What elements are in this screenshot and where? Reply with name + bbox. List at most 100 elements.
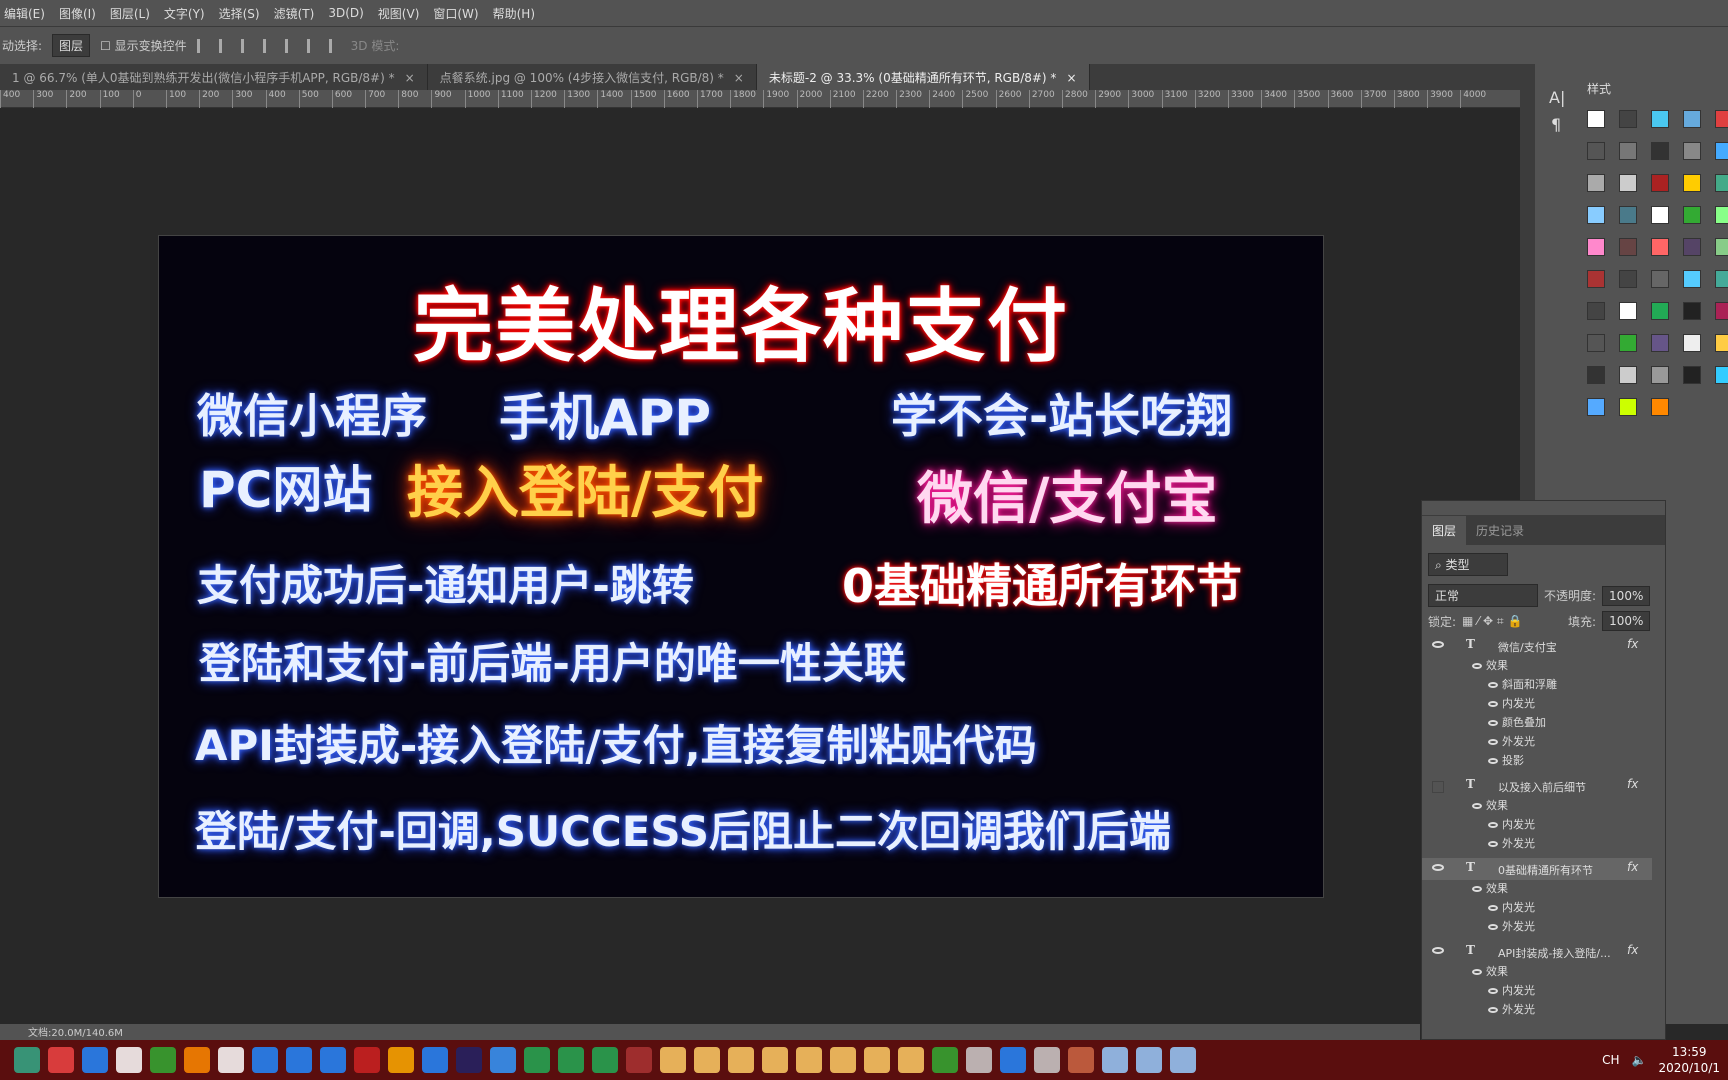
effect-row[interactable]: 外发光: [1422, 733, 1652, 752]
close-icon[interactable]: ×: [405, 71, 415, 85]
effect-eye-icon[interactable]: [1488, 905, 1498, 911]
align-vcenter-icon[interactable]: [218, 38, 231, 53]
effect-eye-icon[interactable]: [1488, 720, 1498, 726]
taskbar-app-icon[interactable]: [796, 1047, 822, 1073]
fill-input[interactable]: 100%: [1602, 611, 1651, 631]
style-swatch[interactable]: [1587, 110, 1605, 128]
effect-eye-icon[interactable]: [1488, 739, 1498, 745]
effect-eye-icon[interactable]: [1488, 924, 1498, 930]
style-swatch[interactable]: [1651, 238, 1669, 256]
style-swatch[interactable]: [1683, 142, 1701, 160]
style-swatch[interactable]: [1715, 174, 1728, 192]
taskbar-app-icon[interactable]: [116, 1047, 142, 1073]
close-icon[interactable]: ×: [1066, 71, 1076, 85]
style-swatch[interactable]: [1683, 206, 1701, 224]
align-left-icon[interactable]: [262, 38, 275, 53]
visibility-eye-icon[interactable]: [1432, 781, 1444, 793]
blend-mode-dropdown[interactable]: 正常: [1428, 584, 1538, 607]
style-swatch[interactable]: [1619, 142, 1637, 160]
style-swatch[interactable]: [1619, 302, 1637, 320]
style-swatch[interactable]: [1587, 334, 1605, 352]
taskbar-app-icon[interactable]: [150, 1047, 176, 1073]
style-swatch[interactable]: [1683, 270, 1701, 288]
fx-icon[interactable]: fx: [1627, 860, 1638, 874]
style-swatch[interactable]: [1587, 238, 1605, 256]
taskbar-app-icon[interactable]: [48, 1047, 74, 1073]
styles-tab[interactable]: 样式: [1587, 80, 1728, 97]
effects-row[interactable]: 效果: [1422, 797, 1652, 816]
effect-eye-icon[interactable]: [1472, 886, 1482, 892]
style-swatch[interactable]: [1619, 110, 1637, 128]
taskbar-app-icon[interactable]: [82, 1047, 108, 1073]
taskbar-app-icon[interactable]: [354, 1047, 380, 1073]
style-swatch[interactable]: [1619, 270, 1637, 288]
fx-icon[interactable]: fx: [1627, 943, 1638, 957]
menu-item[interactable]: 滤镜(T): [274, 5, 315, 22]
taskbar-app-icon[interactable]: [1068, 1047, 1094, 1073]
effects-row[interactable]: 效果: [1422, 657, 1652, 676]
effect-eye-icon[interactable]: [1488, 822, 1498, 828]
taskbar-app-icon[interactable]: [932, 1047, 958, 1073]
menu-item[interactable]: 选择(S): [219, 5, 260, 22]
effect-row[interactable]: 颜色叠加: [1422, 714, 1652, 733]
taskbar-app-icon[interactable]: [694, 1047, 720, 1073]
style-swatch[interactable]: [1587, 398, 1605, 416]
align-bottom-icon[interactable]: [240, 38, 253, 53]
taskbar-app-icon[interactable]: [1136, 1047, 1162, 1073]
style-swatch[interactable]: [1587, 142, 1605, 160]
style-swatch[interactable]: [1587, 174, 1605, 192]
effect-row[interactable]: 内发光: [1422, 899, 1652, 918]
taskbar-app-icon[interactable]: [1102, 1047, 1128, 1073]
style-swatch[interactable]: [1587, 206, 1605, 224]
style-swatch[interactable]: [1715, 302, 1728, 320]
visibility-eye-icon[interactable]: [1432, 947, 1444, 954]
paragraph-icon[interactable]: ¶: [1551, 115, 1577, 134]
style-swatch[interactable]: [1651, 334, 1669, 352]
visibility-eye-icon[interactable]: [1432, 641, 1444, 648]
taskbar-app-icon[interactable]: [864, 1047, 890, 1073]
effect-row[interactable]: 外发光: [1422, 835, 1652, 854]
fx-icon[interactable]: fx: [1627, 777, 1638, 791]
show-transform-checkbox[interactable]: ☐ 显示变换控件: [100, 37, 187, 54]
canvas-artboard[interactable]: 完美处理各种支付 微信小程序 手机APP 学不会-站长吃翔 PC网站 接入登陆/…: [158, 235, 1324, 898]
effect-row[interactable]: 内发光: [1422, 695, 1652, 714]
layer-select-dropdown[interactable]: 图层: [52, 34, 91, 57]
taskbar-app-icon[interactable]: [660, 1047, 686, 1073]
taskbar-app-icon[interactable]: [218, 1047, 244, 1073]
style-swatch[interactable]: [1587, 366, 1605, 384]
menu-item[interactable]: 文字(Y): [164, 5, 205, 22]
taskbar-app-icon[interactable]: [388, 1047, 414, 1073]
volume-icon[interactable]: 🔈: [1632, 1053, 1647, 1067]
menu-item[interactable]: 编辑(E): [4, 5, 45, 22]
style-swatch[interactable]: [1683, 238, 1701, 256]
style-swatch[interactable]: [1651, 302, 1669, 320]
taskbar-app-icon[interactable]: [966, 1047, 992, 1073]
taskbar-app-icon[interactable]: [252, 1047, 278, 1073]
align-top-icon[interactable]: [196, 38, 209, 53]
effects-row[interactable]: 效果: [1422, 963, 1652, 982]
style-swatch[interactable]: [1715, 142, 1728, 160]
tab-layers[interactable]: 图层: [1422, 516, 1467, 545]
style-swatch[interactable]: [1683, 174, 1701, 192]
menu-item[interactable]: 视图(V): [378, 5, 420, 22]
effect-eye-icon[interactable]: [1488, 841, 1498, 847]
menu-item[interactable]: 图层(L): [110, 5, 150, 22]
taskbar-app-icon[interactable]: [830, 1047, 856, 1073]
style-swatch[interactable]: [1619, 174, 1637, 192]
document-tab[interactable]: 未标题-2 @ 33.3% (0基础精通所有环节, RGB/8#) * ×: [756, 64, 1090, 90]
style-swatch[interactable]: [1683, 334, 1701, 352]
layer-row[interactable]: T API封装成-接入登陆/... fx: [1422, 941, 1652, 963]
style-swatch[interactable]: [1587, 302, 1605, 320]
opacity-input[interactable]: 100%: [1602, 585, 1651, 606]
layer-row[interactable]: T 以及接入前后细节 fx: [1422, 775, 1652, 797]
close-icon[interactable]: ×: [734, 71, 744, 85]
effect-eye-icon[interactable]: [1488, 988, 1498, 994]
style-swatch[interactable]: [1651, 366, 1669, 384]
taskbar-app-icon[interactable]: [762, 1047, 788, 1073]
taskbar-app-icon[interactable]: [728, 1047, 754, 1073]
effects-row[interactable]: 效果: [1422, 880, 1652, 899]
style-swatch[interactable]: [1651, 270, 1669, 288]
taskbar-app-icon[interactable]: [558, 1047, 584, 1073]
align-right-icon[interactable]: [306, 38, 319, 53]
style-swatch[interactable]: [1715, 206, 1728, 224]
